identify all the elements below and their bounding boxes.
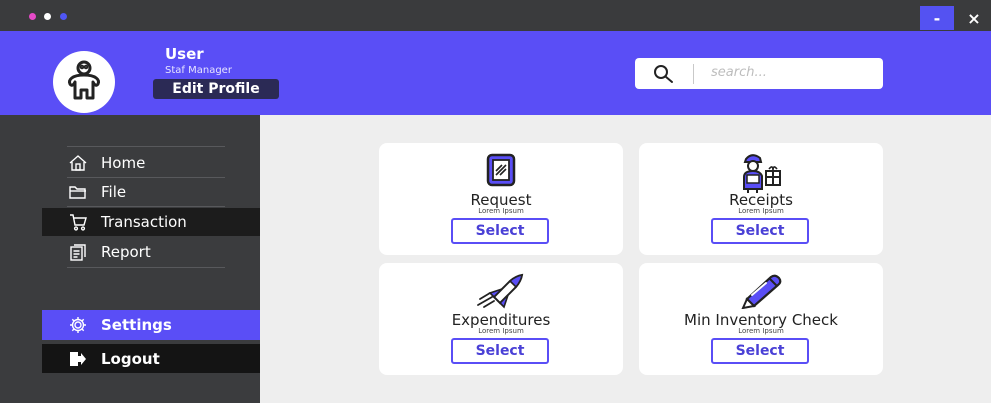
- select-button-receipts[interactable]: Select: [711, 218, 809, 244]
- search-box[interactable]: search...: [635, 58, 883, 89]
- window-dot-white[interactable]: [44, 13, 51, 20]
- settings-button[interactable]: Settings: [42, 310, 260, 340]
- sidebar: Home File Transaction Report Settings Lo…: [0, 115, 260, 403]
- user-role: Staf Manager: [165, 65, 232, 76]
- sidebar-item-transaction[interactable]: Transaction: [42, 208, 260, 236]
- user-avatar-icon: [68, 60, 100, 100]
- edit-profile-button[interactable]: Edit Profile: [153, 79, 279, 99]
- select-button-min-inventory-check[interactable]: Select: [711, 338, 809, 364]
- card-min-inventory-check: Min Inventory Check Lorem Ipsum Select: [639, 263, 883, 375]
- app-header: User Staf Manager Edit Profile search...: [0, 31, 991, 115]
- card-receipts: Receipts Lorem Ipsum Select: [639, 143, 883, 255]
- tablet-icon: [486, 153, 516, 187]
- select-button-expenditures[interactable]: Select: [451, 338, 549, 364]
- sidebar-divider: [67, 267, 225, 268]
- sidebar-item-label: Report: [101, 243, 151, 261]
- sidebar-item-label: Transaction: [101, 213, 187, 231]
- logout-button[interactable]: Logout: [42, 344, 260, 373]
- report-icon: [67, 243, 89, 261]
- minimize-button[interactable]: -: [920, 6, 954, 30]
- window-dot-pink[interactable]: [29, 13, 36, 20]
- delivery-person-icon: [743, 154, 781, 193]
- sidebar-divider: [67, 206, 225, 207]
- sidebar-divider: [67, 177, 225, 178]
- card-subtitle: Lorem Ipsum: [478, 327, 524, 335]
- search-icon[interactable]: [653, 64, 675, 88]
- settings-label: Settings: [101, 316, 172, 334]
- card-request: Request Lorem Ipsum Select: [379, 143, 623, 255]
- sidebar-item-report[interactable]: Report: [67, 239, 227, 265]
- sidebar-item-label: Home: [101, 154, 146, 172]
- pencil-icon: [741, 274, 782, 309]
- sidebar-item-home[interactable]: Home: [67, 150, 227, 176]
- card-subtitle: Lorem Ipsum: [478, 207, 524, 215]
- gear-icon: [67, 316, 89, 334]
- avatar[interactable]: [53, 51, 115, 113]
- logout-icon: [67, 351, 89, 367]
- sidebar-item-label: File: [101, 183, 127, 201]
- window-titlebar: - ×: [0, 0, 991, 31]
- close-button[interactable]: ×: [957, 6, 991, 30]
- cart-icon: [67, 213, 89, 231]
- main-content: Request Lorem Ipsum Select Receipts Lore…: [260, 115, 991, 403]
- card-expenditures: Expenditures Lorem Ipsum Select: [379, 263, 623, 375]
- card-subtitle: Lorem Ipsum: [738, 327, 784, 335]
- folder-icon: [67, 185, 89, 199]
- sidebar-item-file[interactable]: File: [67, 179, 227, 205]
- card-subtitle: Lorem Ipsum: [738, 207, 784, 215]
- home-icon: [67, 155, 89, 171]
- logout-label: Logout: [101, 349, 160, 368]
- sidebar-divider: [67, 146, 225, 147]
- select-button-request[interactable]: Select: [451, 218, 549, 244]
- user-name: User: [165, 45, 204, 63]
- search-divider: [693, 64, 694, 84]
- rocket-icon: [477, 273, 524, 309]
- window-dot-blue[interactable]: [60, 13, 67, 20]
- search-input[interactable]: search...: [711, 65, 767, 80]
